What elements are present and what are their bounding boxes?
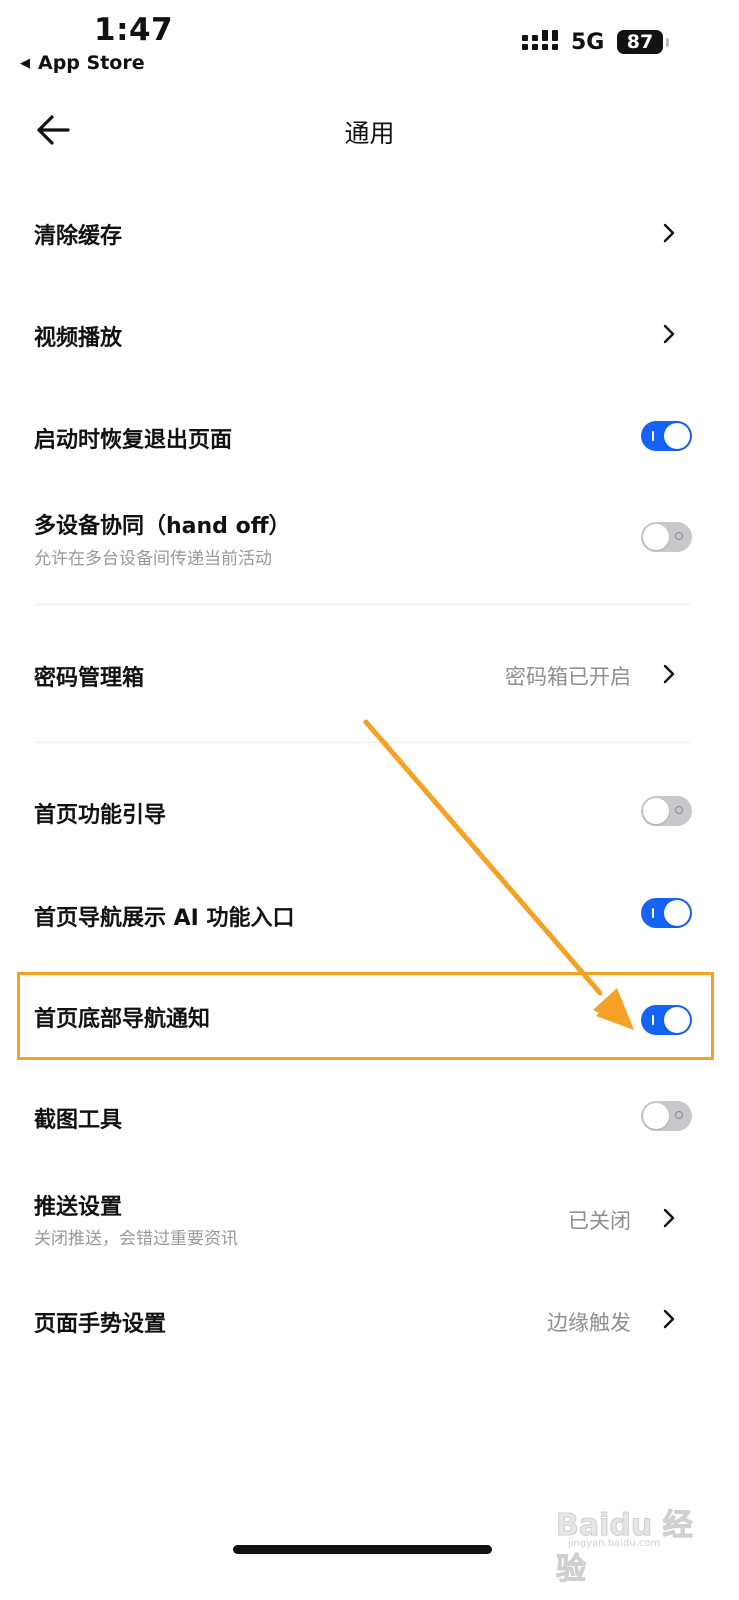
row-label: 首页功能引导 — [34, 803, 167, 828]
settings-row-screenshot-tool: 截图工具 — [0, 1074, 739, 1158]
back-app-label: App Store — [38, 52, 145, 74]
row-label: 页面手势设置 — [34, 1312, 167, 1337]
back-triangle-icon: ◀ — [20, 55, 30, 71]
home-ai-entry-toggle[interactable] — [641, 898, 692, 928]
settings-row-restore-pages: 启动时恢复退出页面 — [0, 394, 739, 478]
toggle-knob — [664, 900, 690, 926]
row-label: 首页导航展示 AI 功能入口 — [34, 906, 295, 931]
section-divider — [34, 604, 690, 605]
chevron-right-icon — [663, 1309, 675, 1329]
row-value: 边缘触发 — [547, 1311, 631, 1335]
toggle-knob — [643, 1103, 669, 1129]
signal-icon — [522, 30, 558, 50]
row-value: 密码箱已开启 — [505, 665, 631, 689]
home-guide-toggle[interactable] — [641, 796, 692, 826]
row-label: 推送设置 — [34, 1195, 123, 1220]
settings-row-push-settings[interactable]: 推送设置 关闭推送，会错过重要资讯 已关闭 — [0, 1174, 739, 1264]
settings-row-home-guide: 首页功能引导 — [0, 770, 739, 854]
row-label: 清除缓存 — [34, 224, 123, 249]
screenshot-tool-toggle[interactable] — [641, 1101, 692, 1131]
watermark-url: jingyan.baidu.com — [568, 1538, 661, 1549]
settings-row-clear-cache[interactable]: 清除缓存 — [0, 190, 739, 274]
section-divider — [34, 742, 690, 743]
row-value: 已关闭 — [568, 1209, 631, 1233]
row-label: 密码管理箱 — [34, 666, 145, 691]
settings-row-handoff: 多设备协同（hand off） 允许在多台设备间传递当前活动 — [0, 494, 739, 584]
status-bar: 1:47 ◀ App Store 5G 87 — [0, 0, 739, 90]
chevron-right-icon — [663, 664, 675, 684]
page-title: 通用 — [344, 119, 395, 148]
battery-cap — [666, 38, 669, 47]
toggle-knob — [643, 798, 669, 824]
row-label: 截图工具 — [34, 1108, 123, 1133]
settings-row-home-bottom-notify: 首页底部导航通知 — [0, 974, 739, 1058]
chevron-right-icon — [663, 324, 675, 344]
row-label: 多设备协同（hand off） — [34, 514, 291, 539]
row-label: 启动时恢复退出页面 — [34, 428, 233, 453]
home-indicator[interactable] — [233, 1545, 492, 1554]
toggle-knob — [643, 524, 669, 550]
back-to-app-link[interactable]: ◀ App Store — [20, 52, 145, 74]
toggle-knob — [664, 1007, 690, 1033]
status-time: 1:47 — [94, 12, 174, 48]
settings-row-home-ai-entry: 首页导航展示 AI 功能入口 — [0, 872, 739, 956]
nav-bar: 通用 — [0, 100, 739, 162]
settings-row-password-manager[interactable]: 密码管理箱 密码箱已开启 — [0, 632, 739, 716]
row-subtitle: 允许在多台设备间传递当前活动 — [34, 549, 272, 569]
battery-icon: 87 — [617, 30, 663, 54]
home-bottom-notify-toggle[interactable] — [641, 1005, 692, 1035]
row-subtitle: 关闭推送，会错过重要资讯 — [34, 1229, 238, 1249]
row-label: 首页底部导航通知 — [34, 1007, 211, 1032]
baidu-watermark: Baidu 经验 jingyan.baidu.com — [556, 1492, 716, 1588]
settings-row-gesture-settings[interactable]: 页面手势设置 边缘触发 — [0, 1278, 739, 1362]
restore-pages-toggle[interactable] — [641, 421, 692, 451]
toggle-knob — [664, 423, 690, 449]
settings-row-video-playback[interactable]: 视频播放 — [0, 292, 739, 376]
row-label: 视频播放 — [34, 326, 123, 351]
handoff-toggle[interactable] — [641, 522, 692, 552]
chevron-right-icon — [663, 1208, 675, 1228]
network-type: 5G — [571, 30, 605, 55]
battery-level: 87 — [626, 31, 654, 53]
chevron-right-icon — [663, 223, 675, 243]
